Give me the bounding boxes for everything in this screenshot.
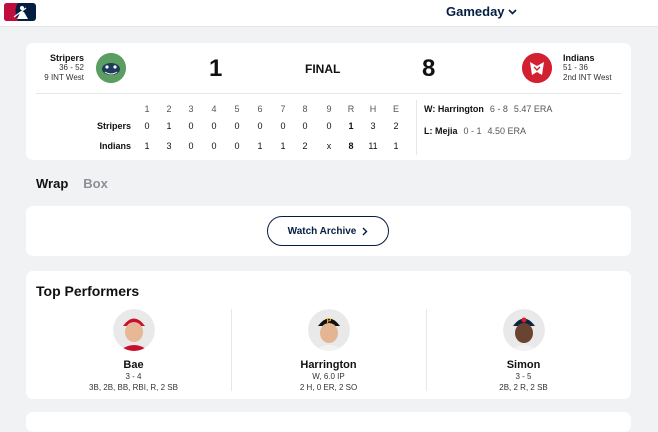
- linescore-hits: 11: [368, 141, 378, 151]
- performer-name: Harrington: [300, 359, 357, 371]
- linescore-runs: 1: [348, 121, 354, 131]
- linescore-team-label: Stripers: [96, 121, 131, 131]
- linescore-team-label: Indians: [99, 141, 131, 151]
- gameday-label: Gameday: [446, 4, 505, 19]
- inning-header: 4: [211, 104, 217, 114]
- archive-card: Watch Archive: [26, 206, 631, 256]
- runs-header: R: [347, 104, 355, 114]
- home-score: 8: [422, 55, 436, 82]
- losing-pitcher-record: 0 - 1: [463, 126, 482, 136]
- next-section-card: [26, 412, 631, 432]
- losing-pitcher-name: L: Mejia: [424, 126, 458, 136]
- losing-pitcher[interactable]: L: Mejia 0 - 1 4.50 ERA: [424, 126, 526, 136]
- performer-bae[interactable]: Bae 3 - 4 3B, 2B, BB, RBI, R, 2 SB: [36, 309, 231, 393]
- away-score: 1: [209, 55, 223, 82]
- losing-pitcher-era: 4.50 ERA: [487, 126, 527, 136]
- home-team-info: Indians 51 - 36 2nd INT West: [563, 53, 633, 83]
- linescore-cell: 0: [144, 121, 150, 131]
- home-team-name: Indians: [563, 53, 595, 63]
- performer-line2: 2B, 2 R, 2 SB: [499, 383, 548, 392]
- linescore-cell: 0: [302, 121, 308, 131]
- linescore-cell: 0: [326, 121, 332, 131]
- away-team-info: Stripers 36 - 52 9 INT West: [26, 53, 84, 83]
- winning-pitcher[interactable]: W: Harrington 6 - 8 5.47 ERA: [424, 104, 552, 114]
- inning-header: 9: [326, 104, 332, 114]
- watch-archive-button[interactable]: Watch Archive: [267, 216, 389, 246]
- inning-header: 7: [280, 104, 286, 114]
- linescore-runs: 8: [348, 141, 354, 151]
- top-performers-title: Top Performers: [36, 283, 140, 299]
- linescore-cell: 0: [280, 121, 286, 131]
- gameday-menu[interactable]: Gameday: [446, 4, 517, 19]
- player-headshot-avatar: P: [307, 309, 350, 351]
- linescore-cell: x: [326, 141, 332, 151]
- linescore-cell: 1: [257, 141, 263, 151]
- linescore-cell: 0: [257, 121, 263, 131]
- watch-archive-label: Watch Archive: [287, 225, 357, 237]
- winning-pitcher-name: W: Harrington: [424, 104, 484, 114]
- divider: [416, 100, 417, 155]
- away-team-standing: 9 INT West: [44, 73, 84, 82]
- winning-pitcher-era: 5.47 ERA: [513, 104, 553, 114]
- linescore-errors: 2: [393, 121, 399, 131]
- top-performers-card: Top Performers Bae 3 - 4 3B, 2B, BB, RBI…: [26, 271, 631, 399]
- tab-box[interactable]: Box: [83, 176, 108, 191]
- performer-line1: 3 - 4: [125, 372, 142, 381]
- performer-line2: 3B, 2B, BB, RBI, R, 2 SB: [89, 383, 178, 392]
- performer-line1: 3 - 5: [515, 372, 532, 381]
- performer-line2: 2 H, 0 ER, 2 SO: [299, 383, 358, 392]
- performer-line1: W, 6.0 IP: [312, 372, 345, 381]
- inning-header: 1: [144, 104, 150, 114]
- inning-header: 2: [166, 104, 172, 114]
- indians-logo-icon[interactable]: [522, 53, 552, 83]
- scoreboard-card: Stripers 36 - 52 9 INT West 1 FINAL 8 In…: [26, 43, 631, 160]
- inning-header: 5: [234, 104, 240, 114]
- content-tabs: Wrap Box: [36, 176, 108, 191]
- player-headshot-avatar: [112, 309, 155, 351]
- linescore-cell: 1: [144, 141, 150, 151]
- league-logo-icon[interactable]: [4, 3, 36, 21]
- tab-wrap[interactable]: Wrap: [36, 176, 68, 191]
- hits-header: H: [369, 104, 377, 114]
- linescore-cell: 0: [234, 121, 240, 131]
- inning-header: 6: [257, 104, 263, 114]
- linescore-cell: 0: [211, 121, 217, 131]
- errors-header: E: [392, 104, 399, 114]
- top-nav-bar: Gameday: [0, 0, 658, 27]
- linescore-cell: 0: [188, 121, 194, 131]
- performer-name: Bae: [123, 359, 144, 371]
- game-status: FINAL: [305, 62, 341, 76]
- linescore-cell: 2: [302, 141, 308, 151]
- away-team-name: Stripers: [49, 53, 84, 63]
- performer-simon[interactable]: Simon 3 - 5 2B, 2 R, 2 SB: [426, 309, 621, 393]
- player-headshot-avatar: [502, 309, 545, 351]
- chevron-down-icon: [507, 8, 517, 15]
- linescore-hits: 3: [370, 121, 376, 131]
- home-team-standing: 2nd INT West: [563, 73, 612, 82]
- linescore-cell: 0: [188, 141, 194, 151]
- winning-pitcher-record: 6 - 8: [489, 104, 508, 114]
- divider: [36, 93, 621, 94]
- performer-harrington[interactable]: P Harrington W, 6.0 IP 2 H, 0 ER, 2 SO: [231, 309, 426, 393]
- inning-header: 8: [302, 104, 308, 114]
- home-team-record: 51 - 36: [563, 63, 588, 72]
- away-team-record: 36 - 52: [59, 63, 84, 72]
- inning-header: 3: [188, 104, 194, 114]
- linescore-cell: 1: [280, 141, 286, 151]
- chevron-right-icon: [362, 227, 368, 235]
- linescore-cell: 3: [166, 141, 172, 151]
- performer-name: Simon: [506, 359, 541, 371]
- linescore-cell: 0: [211, 141, 217, 151]
- linescore-cell: 1: [166, 121, 172, 131]
- stripers-logo-icon[interactable]: [96, 53, 126, 83]
- linescore-cell: 0: [234, 141, 240, 151]
- linescore-errors: 1: [393, 141, 399, 151]
